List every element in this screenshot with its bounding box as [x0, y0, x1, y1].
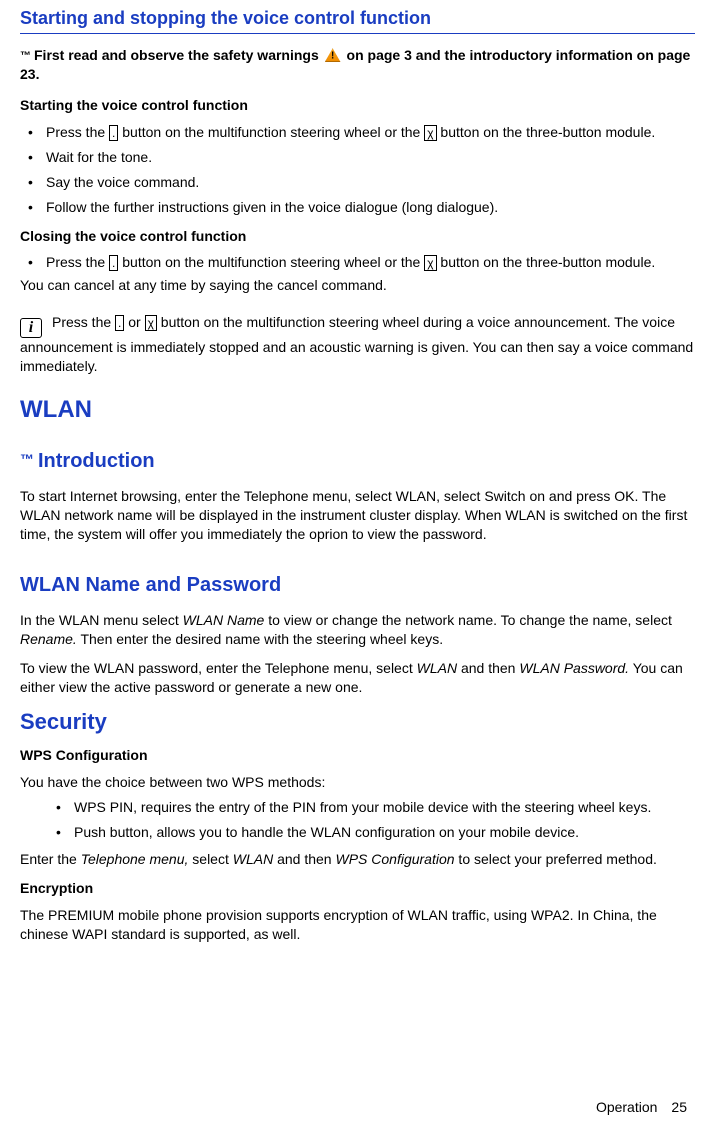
wps-para: Enter the Telephone menu, select WLAN an…	[20, 850, 695, 869]
list-item: Press the . button on the multifunction …	[20, 123, 695, 142]
text: or	[124, 314, 144, 330]
wlan-title: WLAN	[20, 394, 695, 426]
list-item: WPS PIN, requires the entry of the PIN f…	[48, 798, 695, 817]
button-glyph: .	[109, 255, 118, 271]
text: Wait for the tone.	[46, 149, 152, 165]
button-glyph: χ	[424, 255, 436, 271]
text: and then	[457, 660, 519, 676]
list-item: Push button, allows you to handle the WL…	[48, 823, 695, 842]
enc-heading: Encryption	[20, 879, 695, 898]
close-heading: Closing the voice control function	[20, 227, 695, 246]
text: Push button, allows you to handle the WL…	[74, 824, 579, 840]
button-glyph: .	[115, 315, 124, 331]
intro-title: ™Introduction	[20, 448, 695, 475]
text: button on the three-button module.	[437, 124, 656, 140]
text-italic: Telephone menu,	[81, 851, 189, 867]
text-italic: WLAN Password.	[519, 660, 629, 676]
text: to select your preferred method.	[455, 851, 657, 867]
tm-mark: ™	[20, 50, 31, 62]
button-glyph: χ	[145, 315, 157, 331]
text: to view or change the network name. To c…	[264, 612, 672, 628]
text: button on the three-button module.	[437, 254, 656, 270]
security-title: Security	[20, 707, 695, 737]
text: Enter the	[20, 851, 81, 867]
footer-page: 25	[671, 1099, 687, 1115]
safety-note: ™First read and observe the safety warni…	[20, 46, 695, 84]
text: Follow the further instructions given in…	[46, 199, 498, 215]
text-italic: Rename.	[20, 631, 77, 647]
intro-body: To start Internet browsing, enter the Te…	[20, 487, 695, 544]
list-item: Wait for the tone.	[20, 148, 695, 167]
text: Say the voice command.	[46, 174, 199, 190]
text-italic: WLAN	[417, 660, 457, 676]
tm-mark: ™	[20, 451, 34, 467]
text-italic: WPS Configuration	[335, 851, 454, 867]
info-icon: i	[20, 318, 42, 338]
text-italic: WLAN Name	[183, 612, 265, 628]
text-italic: WLAN	[233, 851, 273, 867]
close-list: Press the . button on the multifunction …	[20, 253, 695, 272]
start-heading: Starting the voice control function	[20, 96, 695, 115]
intro-title-text: Introduction	[38, 450, 155, 472]
text: WPS PIN, requires the entry of the PIN f…	[74, 799, 651, 815]
section-title: Starting and stopping the voice control …	[20, 6, 695, 34]
text: Press the	[52, 314, 115, 330]
close-followup: You can cancel at any time by saying the…	[20, 276, 695, 295]
text: button on the multifunction steering whe…	[118, 124, 424, 140]
text: To view the WLAN password, enter the Tel…	[20, 660, 417, 676]
start-list: Press the . button on the multifunction …	[20, 123, 695, 217]
footer: Operation 25	[596, 1098, 687, 1117]
wps-intro: You have the choice between two WPS meth…	[20, 773, 695, 792]
button-glyph: .	[109, 125, 118, 141]
enc-body: The PREMIUM mobile phone provision suppo…	[20, 906, 695, 944]
wps-heading: WPS Configuration	[20, 746, 695, 765]
text: In the WLAN menu select	[20, 612, 183, 628]
safety-prefix: First read and observe the safety warnin…	[34, 47, 323, 63]
text: Press the	[46, 254, 109, 270]
text: Press the	[46, 124, 109, 140]
text: and then	[273, 851, 335, 867]
button-glyph: χ	[424, 125, 436, 141]
info-note: iPress the . or χ button on the multifun…	[20, 313, 695, 376]
text: button on the multifunction steering whe…	[118, 254, 424, 270]
text: select	[188, 851, 232, 867]
namepwd-p2: To view the WLAN password, enter the Tel…	[20, 659, 695, 697]
list-item: Say the voice command.	[20, 173, 695, 192]
text: Then enter the desired name with the ste…	[77, 631, 443, 647]
list-item: Press the . button on the multifunction …	[20, 253, 695, 272]
list-item: Follow the further instructions given in…	[20, 198, 695, 217]
footer-label: Operation	[596, 1099, 657, 1115]
namepwd-p1: In the WLAN menu select WLAN Name to vie…	[20, 611, 695, 649]
namepwd-title: WLAN Name and Password	[20, 572, 695, 599]
warning-icon	[325, 48, 341, 62]
wps-list: WPS PIN, requires the entry of the PIN f…	[20, 798, 695, 842]
